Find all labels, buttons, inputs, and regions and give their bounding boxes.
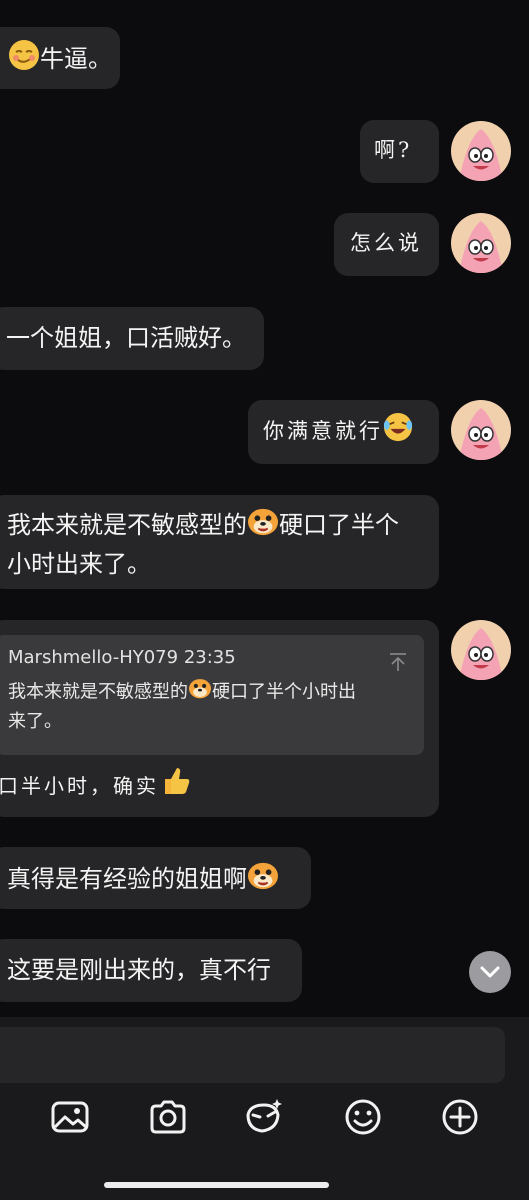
message-bubble-incoming[interactable]: 这要是刚出来的，真不行: [0, 939, 302, 1002]
message-bubble-incoming[interactable]: 真得是有经验的姐姐啊: [0, 847, 311, 909]
quote-text: 来了。: [8, 711, 62, 732]
quote-sender: Marshmello-HY079: [8, 647, 179, 668]
thumbs-up-emoji: [159, 764, 193, 811]
message-bubble-outgoing[interactable]: 你满意就行: [248, 400, 439, 464]
message-bubble-outgoing[interactable]: 怎么说: [334, 213, 439, 276]
avatar[interactable]: [451, 620, 511, 680]
message-text: 啊?: [374, 138, 413, 162]
message-bubble-incoming[interactable]: 我本来就是不敏感型的 硬口了半个 小时出来了。: [0, 495, 439, 589]
chevron-down-icon: [480, 966, 500, 978]
avatar[interactable]: [451, 400, 511, 460]
message-text: 我本来就是不敏感型的: [7, 511, 247, 539]
emoji-icon[interactable]: [343, 1097, 383, 1137]
message-bubble-outgoing[interactable]: 啊?: [360, 120, 439, 183]
plus-icon[interactable]: [440, 1097, 480, 1137]
message-text: 硬口了半个: [279, 511, 399, 539]
camera-icon[interactable]: [148, 1097, 188, 1137]
dog-face-emoji: [188, 677, 212, 708]
message-text: 真得是有经验的姐姐啊: [7, 865, 247, 893]
dog-face-emoji: [247, 860, 279, 900]
reply-text: 口半小时，确实: [0, 764, 258, 804]
message-text: 小时出来了。: [7, 550, 151, 578]
message-bubble-incoming[interactable]: 一个姐姐，口活贼好。: [0, 307, 264, 370]
dog-face-emoji: [247, 506, 279, 546]
quote-time: 23:35: [183, 647, 236, 668]
quoted-message[interactable]: Marshmello-HY079 23:35 我本来就是不敏感型的 硬口了半个小…: [0, 635, 424, 755]
image-icon[interactable]: [50, 1097, 90, 1137]
message-text: 这要是刚出来的，真不行: [7, 956, 271, 984]
laughing-tears-emoji: [383, 412, 413, 453]
smirk-emoji: [8, 39, 40, 81]
quote-text: 硬口了半个小时出: [212, 681, 356, 703]
message-input[interactable]: [0, 1027, 505, 1083]
message-text: 你满意就行: [263, 419, 383, 443]
home-indicator[interactable]: [104, 1182, 329, 1188]
avatar[interactable]: [451, 213, 511, 273]
message-text: 一个姐姐，口活贼好。: [6, 324, 246, 352]
scroll-to-bottom-button[interactable]: [469, 951, 511, 993]
message-text: 怎么说: [350, 231, 422, 255]
avatar[interactable]: [451, 121, 511, 181]
sticker-icon[interactable]: [244, 1097, 284, 1137]
message-text: 牛逼。: [40, 45, 112, 73]
jump-to-quote-icon[interactable]: [387, 651, 409, 673]
quote-text: 我本来就是不敏感型的: [8, 681, 188, 703]
message-bubble-incoming[interactable]: 牛逼。: [0, 27, 120, 89]
